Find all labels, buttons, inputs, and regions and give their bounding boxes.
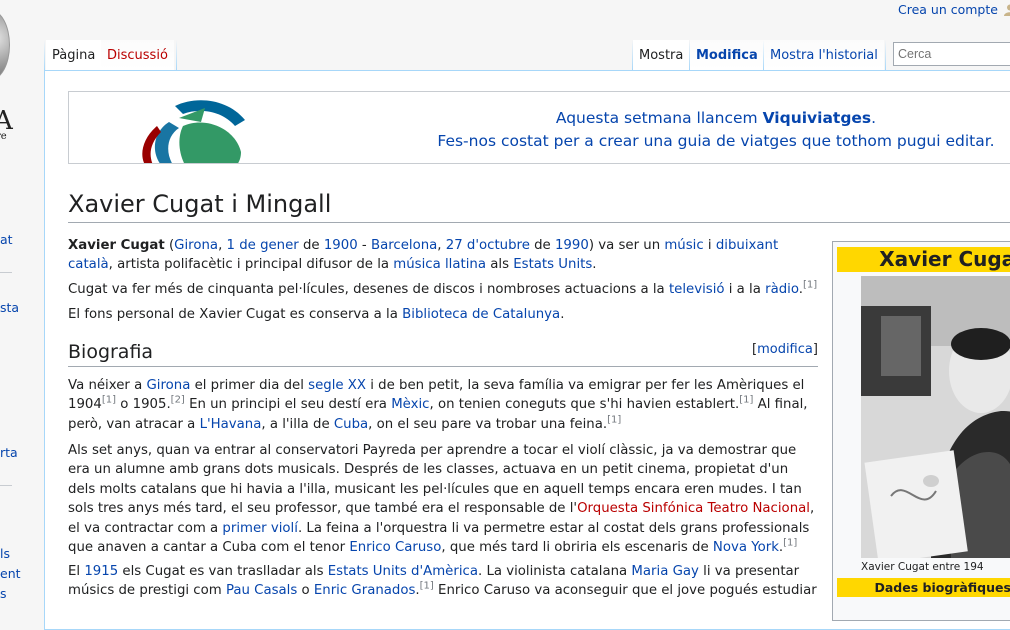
tab-discussion[interactable]: Discussió — [101, 40, 174, 70]
portrait-image — [861, 276, 1010, 558]
bold-name: Xavier Cugat — [68, 238, 165, 253]
link-orquesta-redlink[interactable]: Orquesta Sinfónica Teatro Nacional — [577, 501, 810, 516]
link-pau-casals[interactable]: Pau Casals — [226, 583, 297, 598]
section-edit-link[interactable]: modifica — [757, 342, 813, 357]
tab-separator — [176, 40, 177, 70]
paragraph: Cugat va fer més de cinquanta pel·lícule… — [68, 279, 818, 297]
page-title: Xavier Cugat i Mingall — [68, 186, 1010, 223]
link-year-death[interactable]: 1990 — [555, 238, 589, 253]
sidebar-item[interactable]: rta — [0, 445, 18, 460]
link-segle-xx[interactable]: segle XX — [308, 378, 366, 393]
link-girona[interactable]: Girona — [146, 378, 190, 393]
sidebar-item[interactable]: s — [0, 586, 7, 601]
banner-link-viquiviatges[interactable]: Viquiviatges — [763, 109, 872, 127]
campaign-banner[interactable]: Aquesta setmana llancem Viquiviatges. Fe… — [68, 91, 1010, 164]
link-date-birth[interactable]: 1 de gener — [227, 238, 299, 253]
link-radio[interactable]: ràdio — [765, 282, 799, 297]
section-edit[interactable]: [modifica] — [752, 342, 818, 357]
sidebar-item[interactable]: ls — [0, 546, 10, 561]
tab-edit[interactable]: Modifica — [690, 40, 764, 70]
link-mexic[interactable]: Mèxic — [391, 397, 429, 412]
tab-page[interactable]: Pàgina — [46, 40, 102, 70]
link-barcelona[interactable]: Barcelona — [371, 238, 437, 253]
link-enrico-caruso[interactable]: Enrico Caruso — [349, 540, 441, 555]
link-1915[interactable]: 1915 — [84, 564, 118, 579]
reference-link[interactable]: [1] — [607, 414, 621, 425]
paragraph: Als set anys, quan va entrar al conserva… — [68, 443, 815, 556]
reference-link[interactable]: [1] — [783, 538, 797, 549]
search-input[interactable] — [893, 42, 1010, 66]
reference-link[interactable]: [1] — [803, 280, 817, 291]
tab-read[interactable]: Mostra — [633, 40, 690, 70]
link-eua[interactable]: Estats Units d'Amèrica — [328, 564, 478, 579]
link-musica-llatina[interactable]: música llatina — [393, 257, 486, 272]
tab-separator — [44, 40, 45, 70]
banner-line2[interactable]: Fes-nos costat per a crear una guia de v… — [416, 130, 1010, 153]
paragraph: Va néixer a Girona el primer dia del seg… — [68, 378, 808, 432]
paragraph: El fons personal de Xavier Cugat es cons… — [68, 307, 565, 322]
sidebar-item[interactable]: ent — [0, 566, 21, 581]
intro-paragraph: Xavier Cugat (Girona, 1 de gener de 1900… — [68, 238, 779, 273]
wikivoyage-logo-icon — [142, 100, 245, 163]
section-heading-biografia: Biografia — [68, 338, 818, 367]
sidebar-item[interactable]: sta — [0, 300, 19, 315]
link-date-death[interactable]: 27 d'octubre — [446, 238, 530, 253]
paragraph: El 1915 els Cugat es van traslladar als … — [68, 564, 817, 599]
link-year-birth[interactable]: 1900 — [324, 238, 358, 253]
infobox-photo[interactable] — [861, 276, 1010, 558]
infobox-subheader: Dades biogràfiques i — [837, 578, 1010, 597]
link-biblioteca[interactable]: Biblioteca de Catalunya — [402, 307, 560, 322]
site-logo-tagline: re — [0, 131, 7, 142]
sidebar-divider — [0, 272, 12, 273]
link-music[interactable]: músic — [664, 238, 703, 253]
link-primer-violi[interactable]: primer violí — [222, 521, 298, 536]
link-enric-granados[interactable]: Enric Granados — [314, 583, 416, 598]
sidebar-item[interactable]: at — [0, 232, 13, 247]
link-nova-york[interactable]: Nova York — [713, 540, 779, 555]
create-account-link[interactable]: Crea un compte — [898, 2, 998, 17]
banner-text: . — [871, 109, 877, 127]
reference-link[interactable]: [1] — [102, 395, 116, 406]
link-estats-units[interactable]: Estats Units — [513, 257, 592, 272]
reference-link[interactable]: [1] — [739, 395, 753, 406]
tab-separator — [885, 40, 886, 70]
link-maria-gay[interactable]: Maria Gay — [631, 564, 698, 579]
tab-history[interactable]: Mostra l'historial — [764, 40, 884, 70]
infobox-title: Xavier Cugat — [837, 247, 1010, 272]
reference-link[interactable]: [2] — [171, 395, 185, 406]
sidebar-divider — [0, 485, 12, 486]
site-logo[interactable] — [0, 10, 10, 80]
link-girona[interactable]: Girona — [174, 238, 218, 253]
user-icon[interactable] — [1003, 4, 1010, 16]
banner-text[interactable]: Aquesta setmana llancem — [556, 109, 763, 127]
infobox-caption: Xavier Cugat entre 194 — [861, 561, 984, 573]
link-cuba[interactable]: Cuba — [334, 417, 368, 432]
link-havana[interactable]: L'Havana — [200, 417, 262, 432]
banner-message[interactable]: Aquesta setmana llancem Viquiviatges. Fe… — [416, 107, 1010, 153]
link-televisio[interactable]: televisió — [669, 282, 725, 297]
reference-link[interactable]: [1] — [420, 581, 434, 592]
